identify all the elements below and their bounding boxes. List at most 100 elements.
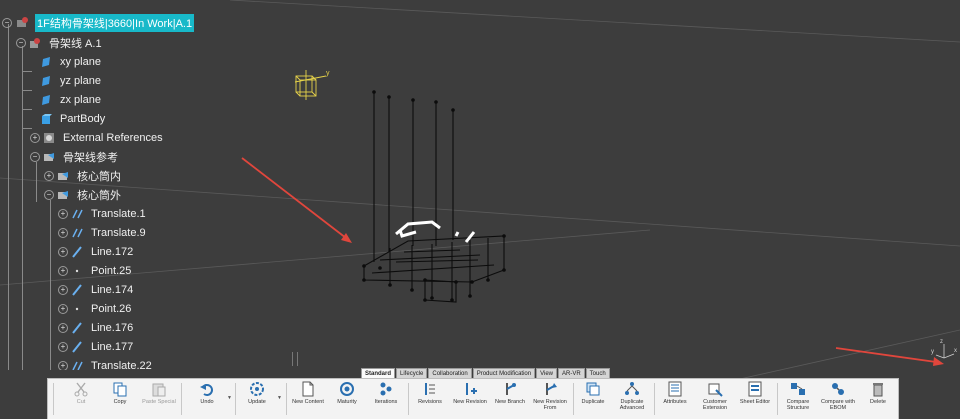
compare-structure-button[interactable]: Compare Structure — [779, 381, 817, 411]
sheet-editor-button[interactable]: Sheet Editor — [736, 381, 774, 405]
tree-item-label: 骨架线参考 — [63, 152, 118, 164]
plane-icon — [40, 75, 52, 87]
paste-special-label: Paste Special — [142, 399, 176, 405]
undo-dropdown-icon[interactable]: ▼ — [227, 395, 232, 401]
tree-item-label: Point.25 — [91, 265, 132, 277]
cut-label: Cut — [76, 399, 86, 405]
collapse-toggle[interactable]: − — [2, 18, 12, 28]
tree-item-skeleton[interactable]: − 骨架线 A.1 — [16, 34, 102, 52]
tree-item-line-176[interactable]: + Line.176 — [58, 319, 133, 337]
tree-item-label: Line.176 — [91, 322, 134, 334]
trash-icon — [873, 383, 883, 397]
tree-item-line-177[interactable]: + Line.177 — [58, 338, 133, 356]
tree-item-line-172[interactable]: + Line.172 — [58, 243, 133, 261]
duplicate-advanced-button[interactable]: Duplicate Advanced — [613, 381, 651, 411]
tree-item-label: Point.26 — [91, 303, 132, 315]
new-content-label: New Content — [292, 399, 324, 405]
compare-with-ebom-button[interactable]: Compare with EBOM — [819, 381, 857, 411]
undo-icon — [200, 384, 213, 396]
axis-y-label-triad: y — [931, 349, 934, 355]
tree-item-yz-plane[interactable]: yz plane — [22, 72, 101, 91]
tree-item-core-inner[interactable]: + 核心筒内 — [44, 167, 121, 185]
copy-button[interactable]: Copy — [101, 381, 139, 405]
iterations-button[interactable]: Iterations — [367, 381, 405, 405]
delete-button[interactable]: Delete — [859, 381, 897, 405]
expand-toggle[interactable]: + — [30, 133, 40, 143]
expand-toggle[interactable]: + — [58, 285, 68, 295]
new-revision-label: New Revision — [453, 399, 487, 405]
expand-toggle[interactable]: + — [58, 247, 68, 257]
highlighted-core-elements[interactable] — [395, 220, 476, 243]
compare-structure-label: Compare Structure — [786, 399, 810, 411]
tree-item-skeleton-reference[interactable]: − 骨架线参考 — [30, 148, 118, 166]
axis-x-label: x — [954, 348, 957, 354]
expand-toggle[interactable]: + — [58, 342, 68, 352]
expand-toggle[interactable]: + — [58, 209, 68, 219]
cut-button[interactable]: Cut — [62, 381, 100, 405]
collapse-toggle[interactable]: − — [44, 190, 54, 200]
expand-toggle[interactable]: + — [58, 323, 68, 333]
tree-item-translate-1[interactable]: + Translate.1 — [58, 205, 146, 223]
customer-extension-icon — [708, 383, 723, 397]
tree-item-point-25[interactable]: + Point.25 — [58, 262, 131, 280]
tree-resize-handle[interactable] — [292, 352, 298, 366]
part-icon — [29, 37, 41, 49]
point-icon — [71, 303, 83, 315]
maturity-icon — [340, 382, 354, 396]
expand-toggle[interactable]: + — [58, 304, 68, 314]
tree-item-external-references[interactable]: + External References — [30, 129, 163, 147]
axis-triad[interactable] — [935, 344, 955, 359]
tree-item-core-outer[interactable]: − 核心筒外 — [44, 186, 121, 204]
maturity-button[interactable]: Maturity — [328, 381, 366, 405]
expand-toggle[interactable]: + — [44, 171, 54, 181]
tree-item-partbody[interactable]: PartBody — [22, 110, 105, 129]
new-branch-button[interactable]: New Branch — [491, 381, 529, 405]
revisions-label: Revisions — [418, 399, 442, 405]
skeleton-wireframe[interactable] — [363, 92, 505, 303]
specification-tree[interactable]: − 1F结构骨架线|3660|In Work|A.1 − 骨架线 A.1 xy … — [0, 0, 330, 370]
plane-icon — [40, 94, 52, 106]
compare-ebom-icon — [832, 383, 844, 395]
translate-icon — [71, 208, 83, 220]
tree-item-label: Line.172 — [91, 246, 134, 258]
point-icon — [71, 265, 83, 277]
tree-item-zx-plane[interactable]: zx plane — [22, 91, 101, 110]
attributes-button[interactable]: Attributes — [656, 381, 694, 405]
duplicate-advanced-icon — [625, 382, 639, 395]
customer-extension-button[interactable]: Customer Extension — [696, 381, 734, 411]
iterations-label: Iterations — [374, 399, 398, 405]
expand-toggle[interactable]: + — [58, 361, 68, 370]
duplicate-button[interactable]: Duplicate — [574, 381, 612, 405]
undo-button[interactable]: Undo — [188, 381, 226, 405]
sheet-editor-label: Sheet Editor — [739, 399, 771, 405]
tree-item-label: External References — [63, 132, 163, 144]
tree-item-label: xy plane — [60, 56, 101, 68]
revisions-button[interactable]: Revisions — [411, 381, 449, 405]
tree-root-node[interactable]: − 1F结构骨架线|3660|In Work|A.1 — [2, 14, 195, 32]
tree-item-label: Translate.1 — [91, 208, 146, 220]
skeleton-points[interactable] — [362, 90, 506, 302]
tree-item-line-174[interactable]: + Line.174 — [58, 281, 133, 299]
update-label: Update — [248, 399, 266, 405]
expand-toggle[interactable]: + — [58, 228, 68, 238]
collapse-toggle[interactable]: − — [30, 152, 40, 162]
new-content-button[interactable]: New Content — [289, 381, 327, 405]
tree-item-point-26[interactable]: + Point.26 — [58, 300, 131, 318]
paste-special-button[interactable]: Paste Special — [140, 381, 178, 405]
update-button[interactable]: Update — [238, 381, 276, 405]
tree-item-label: Line.177 — [91, 341, 134, 353]
copy-icon — [113, 382, 127, 397]
new-revision-icon — [466, 383, 477, 395]
new-revision-button[interactable]: New Revision — [451, 381, 489, 405]
update-dropdown-icon[interactable]: ▼ — [277, 395, 282, 401]
tree-item-translate-22[interactable]: + Translate.22 — [58, 357, 152, 370]
cut-icon — [74, 382, 88, 397]
body-icon — [40, 113, 52, 125]
tree-item-xy-plane[interactable]: xy plane — [22, 53, 101, 72]
expand-toggle[interactable]: + — [58, 266, 68, 276]
collapse-toggle[interactable]: − — [16, 38, 26, 48]
tree-item-translate-9[interactable]: + Translate.9 — [58, 224, 146, 242]
new-revision-from-button[interactable]: New Revision From — [531, 381, 569, 411]
new-branch-icon — [506, 383, 516, 395]
geometrical-set-icon — [57, 189, 69, 201]
